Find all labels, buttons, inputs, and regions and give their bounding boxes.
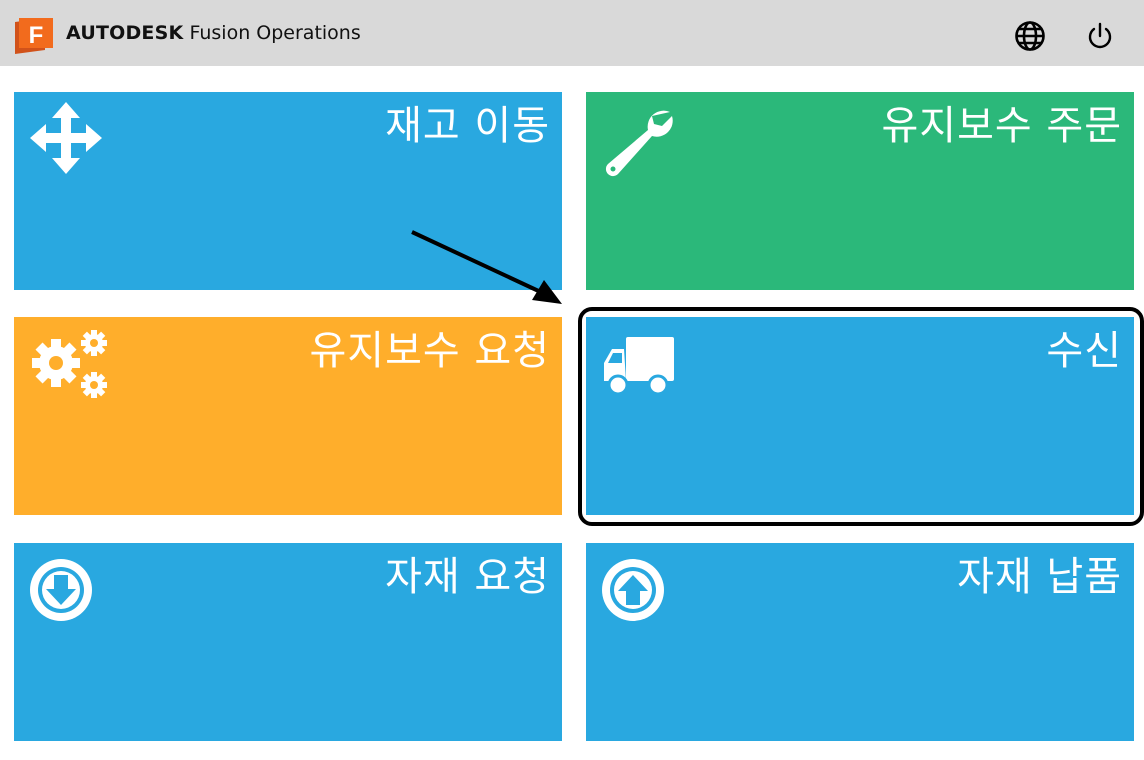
tile-receive[interactable]: 수신 (586, 317, 1134, 515)
arrow-up-circle-icon (600, 557, 680, 637)
tile-label-receive: 수신 (1046, 328, 1122, 374)
fusion-logo-icon: F (13, 16, 55, 56)
tile-label-maintenance-order: 유지보수 주문 (881, 103, 1122, 149)
brand-product: Fusion Operations (189, 22, 361, 44)
tile-maintenance-request[interactable]: 유지보수 요청 (14, 317, 562, 515)
tile-maintenance-order[interactable]: 유지보수 주문 (586, 92, 1134, 290)
tile-material-delivery[interactable]: 자재 납품 (586, 543, 1134, 741)
truck-icon (604, 335, 684, 415)
move-arrows-icon (28, 100, 108, 180)
power-icon[interactable] (1083, 19, 1117, 53)
wrench-icon (600, 104, 680, 184)
tile-label-material-request: 자재 요청 (385, 554, 550, 600)
globe-icon[interactable] (1013, 19, 1047, 53)
tile-inventory-move[interactable]: 재고 이동 (14, 92, 562, 290)
tile-label-maintenance-request: 유지보수 요청 (309, 328, 550, 374)
logo-letter: F (29, 22, 44, 49)
tile-label-material-delivery: 자재 납품 (957, 554, 1122, 600)
tile-label-inventory-move: 재고 이동 (385, 103, 550, 149)
tile-material-request[interactable]: 자재 요청 (14, 543, 562, 741)
brand-title: AUTODESK Fusion Operations (66, 22, 361, 44)
arrow-down-circle-icon (28, 557, 108, 637)
brand-bold: AUTODESK (66, 22, 184, 44)
gears-icon (28, 327, 108, 407)
top-bar: F AUTODESK Fusion Operations (0, 0, 1144, 66)
